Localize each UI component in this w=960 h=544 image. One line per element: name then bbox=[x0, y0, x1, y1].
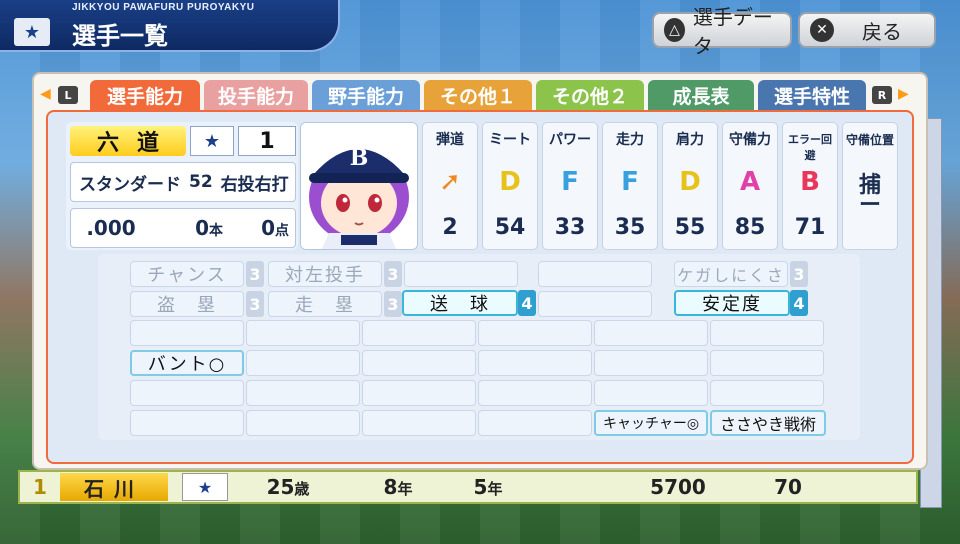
r-key-icon: R bbox=[872, 86, 892, 104]
rbi: 0点 bbox=[261, 216, 289, 240]
team-logo-icon: ★ bbox=[14, 18, 50, 46]
skill-slot-empty[interactable] bbox=[404, 261, 518, 287]
stat-speed: 走力 F 35 bbox=[602, 122, 658, 250]
skill-slot-empty[interactable] bbox=[130, 320, 244, 346]
skill-slot-empty[interactable] bbox=[710, 320, 824, 346]
roster-team-icon: ★ bbox=[182, 473, 228, 501]
skill-slot-empty[interactable] bbox=[538, 261, 652, 287]
player-number: 1 bbox=[238, 126, 296, 156]
skill-slot-empty[interactable] bbox=[478, 350, 592, 376]
skill-throw[interactable]: 送 球 bbox=[402, 290, 518, 316]
skill-throw-level: 4 bbox=[518, 290, 536, 316]
player-data-button[interactable]: △ 選手データ bbox=[652, 5, 792, 58]
cross-button-icon: ✕ bbox=[810, 18, 834, 42]
skill-slot-empty[interactable] bbox=[246, 380, 360, 406]
roster-row[interactable]: 1 石川 ★ 25歳 8年 5年 5700 70 bbox=[18, 470, 918, 504]
stat-arm: 肩力 D 55 bbox=[662, 122, 718, 250]
skill-slot-empty[interactable] bbox=[362, 320, 476, 346]
player-batting-row: .000 0本 0点 bbox=[70, 208, 296, 248]
roster-name: 石川 bbox=[60, 473, 168, 501]
player-avatar: B bbox=[300, 122, 418, 250]
stat-power: パワー F 33 bbox=[542, 122, 598, 250]
skill-slot-empty[interactable] bbox=[246, 410, 360, 436]
stat-fielding: 守備力 A 85 bbox=[722, 122, 778, 250]
skill-slot-empty[interactable] bbox=[594, 380, 708, 406]
skill-slot-empty[interactable] bbox=[362, 380, 476, 406]
player-type: スタンダード bbox=[79, 174, 181, 195]
skill-baserun[interactable]: 走 塁 bbox=[268, 291, 382, 317]
roster-rank: 1 bbox=[33, 475, 47, 499]
player-name: 六道 bbox=[70, 126, 186, 156]
page-title: 選手一覧 bbox=[72, 22, 168, 50]
skill-steal-level: 3 bbox=[246, 291, 264, 317]
skill-slot-empty[interactable] bbox=[538, 291, 652, 317]
skill-bunt[interactable]: バント○ bbox=[130, 350, 244, 376]
trajectory-arrow-icon: ➚ bbox=[439, 167, 461, 197]
stat-trajectory: 弾道 ➚ 2 bbox=[422, 122, 478, 250]
skill-slot-empty[interactable] bbox=[478, 410, 592, 436]
back-label: 戻る bbox=[862, 19, 902, 44]
tab-pitcher-ability[interactable]: 投手能力 bbox=[204, 80, 308, 110]
roster-years2: 5年 bbox=[473, 475, 503, 499]
svg-text:B: B bbox=[350, 145, 369, 171]
tab-growth-chart[interactable]: 成長表 bbox=[648, 80, 754, 110]
skill-chance-level: 3 bbox=[246, 261, 264, 287]
player-handedness: 右投右打 bbox=[220, 174, 289, 195]
tab-other-1[interactable]: その他１ bbox=[424, 80, 532, 110]
header-bar: JIKKYOU PAWAFURU PUROYAKYU ★ 選手一覧 bbox=[0, 0, 340, 52]
back-button[interactable]: ✕ 戻る bbox=[798, 12, 936, 48]
tab-player-ability[interactable]: 選手能力 bbox=[90, 80, 200, 110]
tab-fielder-ability[interactable]: 野手能力 bbox=[312, 80, 420, 110]
skill-slot-empty[interactable] bbox=[710, 350, 824, 376]
skill-slot-empty[interactable] bbox=[478, 380, 592, 406]
skill-slot-empty[interactable] bbox=[246, 320, 360, 346]
home-runs: 0本 bbox=[195, 216, 223, 240]
l-key-icon: L bbox=[58, 86, 78, 104]
tab-other-2[interactable]: その他２ bbox=[536, 80, 644, 110]
player-age: 52 bbox=[189, 172, 213, 192]
stat-position: 守備位置 捕 ー bbox=[842, 122, 898, 250]
skill-stability-level: 4 bbox=[790, 290, 808, 316]
skill-baserun-level: 3 bbox=[384, 291, 402, 317]
game-subtitle: JIKKYOU PAWAFURU PUROYAKYU bbox=[72, 2, 255, 13]
skill-vs-lefty[interactable]: 対左投手 bbox=[268, 261, 382, 287]
batting-average: .000 bbox=[86, 216, 136, 240]
triangle-button-icon: △ bbox=[664, 18, 685, 42]
skill-stability[interactable]: 安定度 bbox=[674, 290, 790, 316]
skill-slot-empty[interactable] bbox=[130, 410, 244, 436]
skill-injury[interactable]: ケガしにくさ bbox=[674, 261, 788, 287]
skill-slot-empty[interactable] bbox=[594, 350, 708, 376]
skill-catcher[interactable]: キャッチャー◎ bbox=[594, 410, 708, 436]
skill-slot-empty[interactable] bbox=[130, 380, 244, 406]
roster-age: 25歳 bbox=[266, 475, 310, 499]
stat-contact: ミート D 54 bbox=[482, 122, 538, 250]
skill-slot-empty[interactable] bbox=[478, 320, 592, 346]
skill-steal[interactable]: 盗 塁 bbox=[130, 291, 244, 317]
skill-slot-empty[interactable] bbox=[362, 350, 476, 376]
tab-next-arrow-icon[interactable]: ▶ bbox=[898, 86, 909, 102]
skill-vs-lefty-level: 3 bbox=[384, 261, 402, 287]
skill-slot-empty[interactable] bbox=[594, 320, 708, 346]
skill-whisper[interactable]: ささやき戦術 bbox=[710, 410, 826, 436]
tab-prev-arrow-icon[interactable]: ◀ bbox=[40, 86, 51, 102]
tab-player-traits[interactable]: 選手特性 bbox=[758, 80, 866, 110]
skill-slot-empty[interactable] bbox=[362, 410, 476, 436]
skill-slot-empty[interactable] bbox=[246, 350, 360, 376]
roster-years1: 8年 bbox=[383, 475, 413, 499]
roster-value: 70 bbox=[774, 475, 802, 499]
player-type-row: スタンダード 52 右投右打 bbox=[70, 162, 296, 202]
player-team-icon: ★ bbox=[190, 126, 234, 156]
roster-salary: 5700 bbox=[650, 475, 706, 499]
skill-chance[interactable]: チャンス bbox=[130, 261, 244, 287]
stat-error-avoid: エラー回避 B 71 bbox=[782, 122, 838, 250]
player-data-label: 選手データ bbox=[692, 5, 773, 58]
skill-slot-empty[interactable] bbox=[710, 380, 824, 406]
skill-injury-level: 3 bbox=[790, 261, 808, 287]
